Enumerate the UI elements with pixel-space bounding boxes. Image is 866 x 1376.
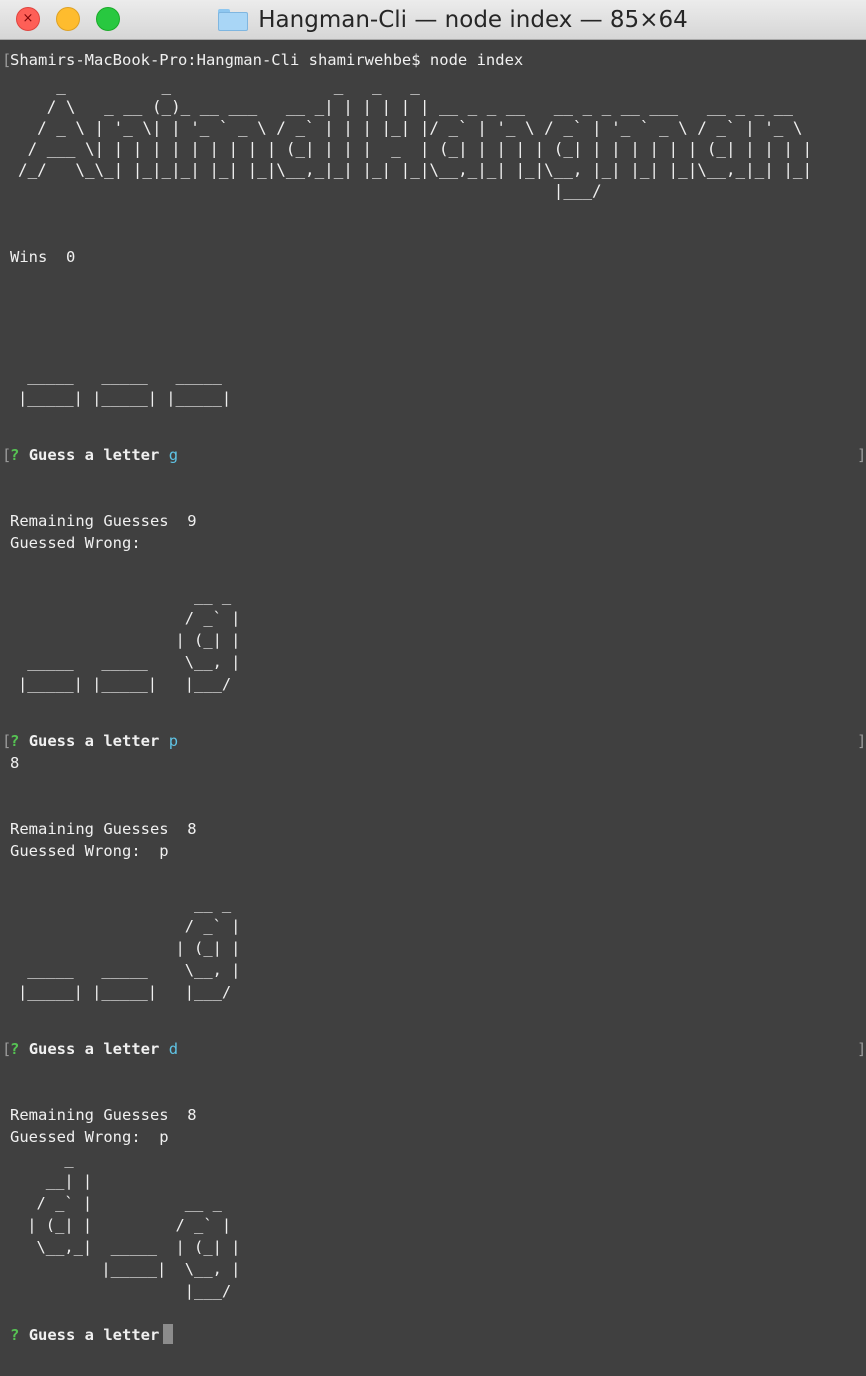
remaining-guesses: Remaining Guesses 8 (10, 1106, 197, 1124)
word-progress-art: _ __| | / _` | __ _ | (_| | / _` | \__,_… (27, 1150, 241, 1300)
text-cursor (163, 1324, 174, 1344)
guess-prompt-label: Guess a letter (28, 1040, 160, 1058)
question-mark: ? (10, 1326, 20, 1344)
guessed-wrong: Guessed Wrong: p (10, 842, 169, 860)
guess-prompt-line: ? Guess a letter g (10, 444, 178, 466)
guessed-wrong: Guessed Wrong: p (10, 1128, 169, 1146)
window-title-group: Hangman-Cli — node index — 85×64 (0, 0, 866, 40)
current-guess-prompt[interactable]: ? Guess a letter (10, 1324, 174, 1346)
remaining-guesses: Remaining Guesses 8 (10, 820, 197, 838)
line-marker-right: ] (857, 1040, 866, 1058)
initial-word-blanks: _____ _____ _____ |_____| |_____| |_____… (18, 367, 232, 407)
line-marker-right: ] (857, 446, 866, 464)
terminal-output[interactable]: [ Shamirs-MacBook-Pro:Hangman-Cli shamir… (0, 41, 866, 1376)
guess-answer: p (168, 732, 179, 750)
shell-command: Shamirs-MacBook-Pro:Hangman-Cli shamirwe… (10, 51, 524, 69)
guess-prompt-line: ? Guess a letter d (10, 1038, 178, 1060)
window-titlebar: × Hangman-Cli — node index — 85×64 (0, 0, 866, 40)
guess-answer: d (168, 1040, 179, 1058)
wins-counter: Wins 0 (10, 248, 76, 266)
question-mark: ? (10, 732, 20, 750)
guess-prompt-label: Guess a letter (28, 446, 160, 464)
remaining-guesses: Remaining Guesses 9 (10, 512, 197, 530)
guess-prompt-label: Guess a letter (28, 732, 160, 750)
folder-icon (218, 9, 249, 31)
word-progress-art: __ _ / _` | | (_| | _____ _____ \__, | |… (18, 587, 241, 693)
guessed-wrong: Guessed Wrong: (10, 534, 141, 552)
word-progress-art: __ _ / _` | | (_| | _____ _____ \__, | |… (18, 895, 241, 1001)
guess-prompt-label: Guess a letter (28, 1326, 160, 1344)
question-mark: ? (10, 446, 20, 464)
window-title: Hangman-Cli — node index — 85×64 (258, 7, 688, 33)
question-mark: ? (10, 1040, 20, 1058)
line-marker-right: ] (857, 732, 866, 750)
debug-output-line: 8 (10, 754, 20, 772)
ascii-title-banner: _ _ _ _ _ / \ _ __ (_)_ __ ___ __ _| | |… (18, 76, 813, 200)
guess-answer: g (168, 446, 179, 464)
guess-prompt-line: ? Guess a letter p (10, 730, 178, 752)
